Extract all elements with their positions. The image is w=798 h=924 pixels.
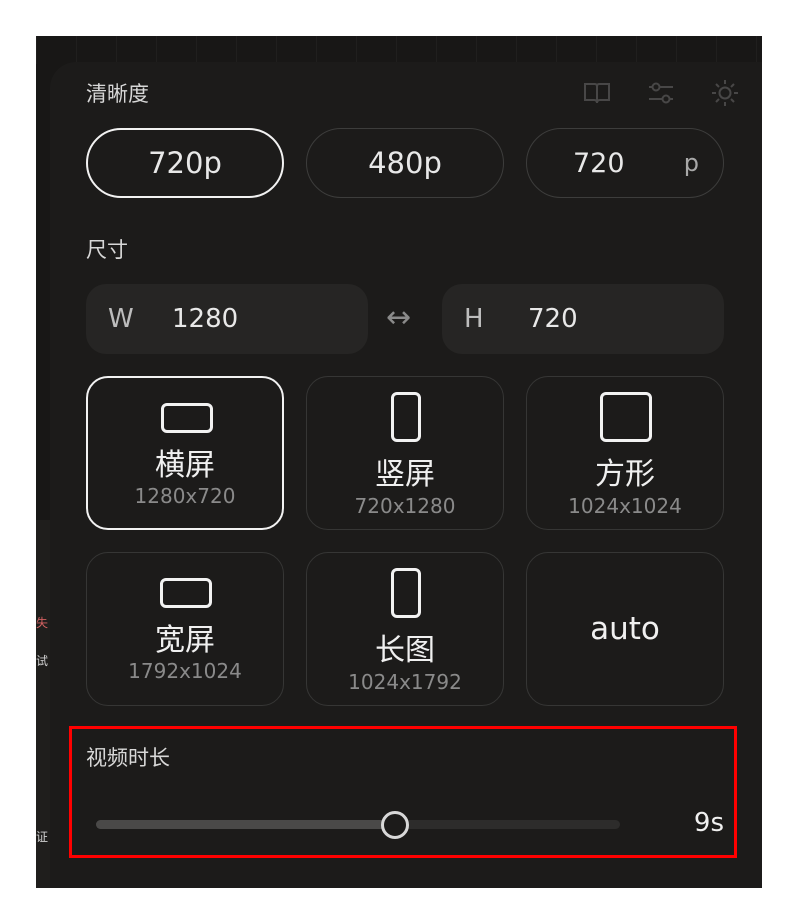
preset-name: 方形 [595, 457, 655, 492]
duration-title: 视频时长 [86, 746, 170, 770]
background-grid [36, 36, 762, 64]
resolution-option-label: 480p [368, 146, 442, 180]
preset-widescreen[interactable]: 宽屏 1792x1024 [86, 552, 284, 706]
preset-long-image[interactable]: 长图 1024x1792 [306, 552, 504, 706]
preset-size: 1024x1792 [348, 670, 462, 694]
preset-name: 长图 [375, 633, 435, 668]
resolution-title: 清晰度 [86, 82, 149, 106]
width-value[interactable]: 1280 [172, 304, 238, 334]
preset-name: 横屏 [155, 448, 215, 483]
portrait-icon [391, 392, 421, 442]
custom-resolution-unit: p [683, 149, 699, 177]
preset-square[interactable]: 方形 1024x1024 [526, 376, 724, 530]
duration-value: 9s [693, 808, 724, 838]
height-field[interactable]: H 720 [442, 284, 724, 354]
height-value[interactable]: 720 [528, 304, 578, 334]
preset-landscape[interactable]: 横屏 1280x720 [86, 376, 284, 530]
background-text: 失 [36, 616, 49, 630]
book-icon[interactable] [582, 78, 612, 108]
preset-size: 1280x720 [134, 484, 236, 508]
duration-slider-fill [96, 820, 395, 829]
height-label: H [464, 304, 484, 334]
sliders-icon[interactable] [646, 78, 676, 108]
background-text: 试 [36, 654, 49, 668]
square-icon [600, 392, 652, 442]
preset-size: 720x1280 [354, 494, 456, 518]
portrait-icon [391, 568, 421, 618]
width-field[interactable]: W 1280 [86, 284, 368, 354]
preset-size: 1792x1024 [128, 659, 242, 683]
brightness-icon[interactable] [710, 78, 740, 108]
preset-name: 竖屏 [375, 457, 435, 492]
duration-slider-track[interactable] [96, 820, 620, 829]
background-text: 证 [36, 830, 49, 844]
resolution-option-720p[interactable]: 720p [86, 128, 284, 198]
swap-dimensions-icon[interactable]: ↔ [386, 300, 411, 335]
size-title: 尺寸 [86, 238, 128, 262]
width-label: W [108, 304, 134, 334]
custom-resolution-value[interactable]: 720 [573, 148, 625, 179]
preset-auto[interactable]: auto [526, 552, 724, 706]
resolution-option-label: 720p [148, 146, 222, 180]
landscape-icon [161, 403, 213, 433]
resolution-option-480p[interactable]: 480p [306, 128, 504, 198]
preset-portrait[interactable]: 竖屏 720x1280 [306, 376, 504, 530]
preset-name: auto [590, 611, 660, 647]
duration-slider-thumb[interactable] [381, 811, 409, 839]
custom-resolution-input[interactable]: 720 p [526, 128, 724, 198]
landscape-icon [160, 578, 212, 608]
preset-name: 宽屏 [155, 623, 215, 658]
preset-size: 1024x1024 [568, 494, 682, 518]
